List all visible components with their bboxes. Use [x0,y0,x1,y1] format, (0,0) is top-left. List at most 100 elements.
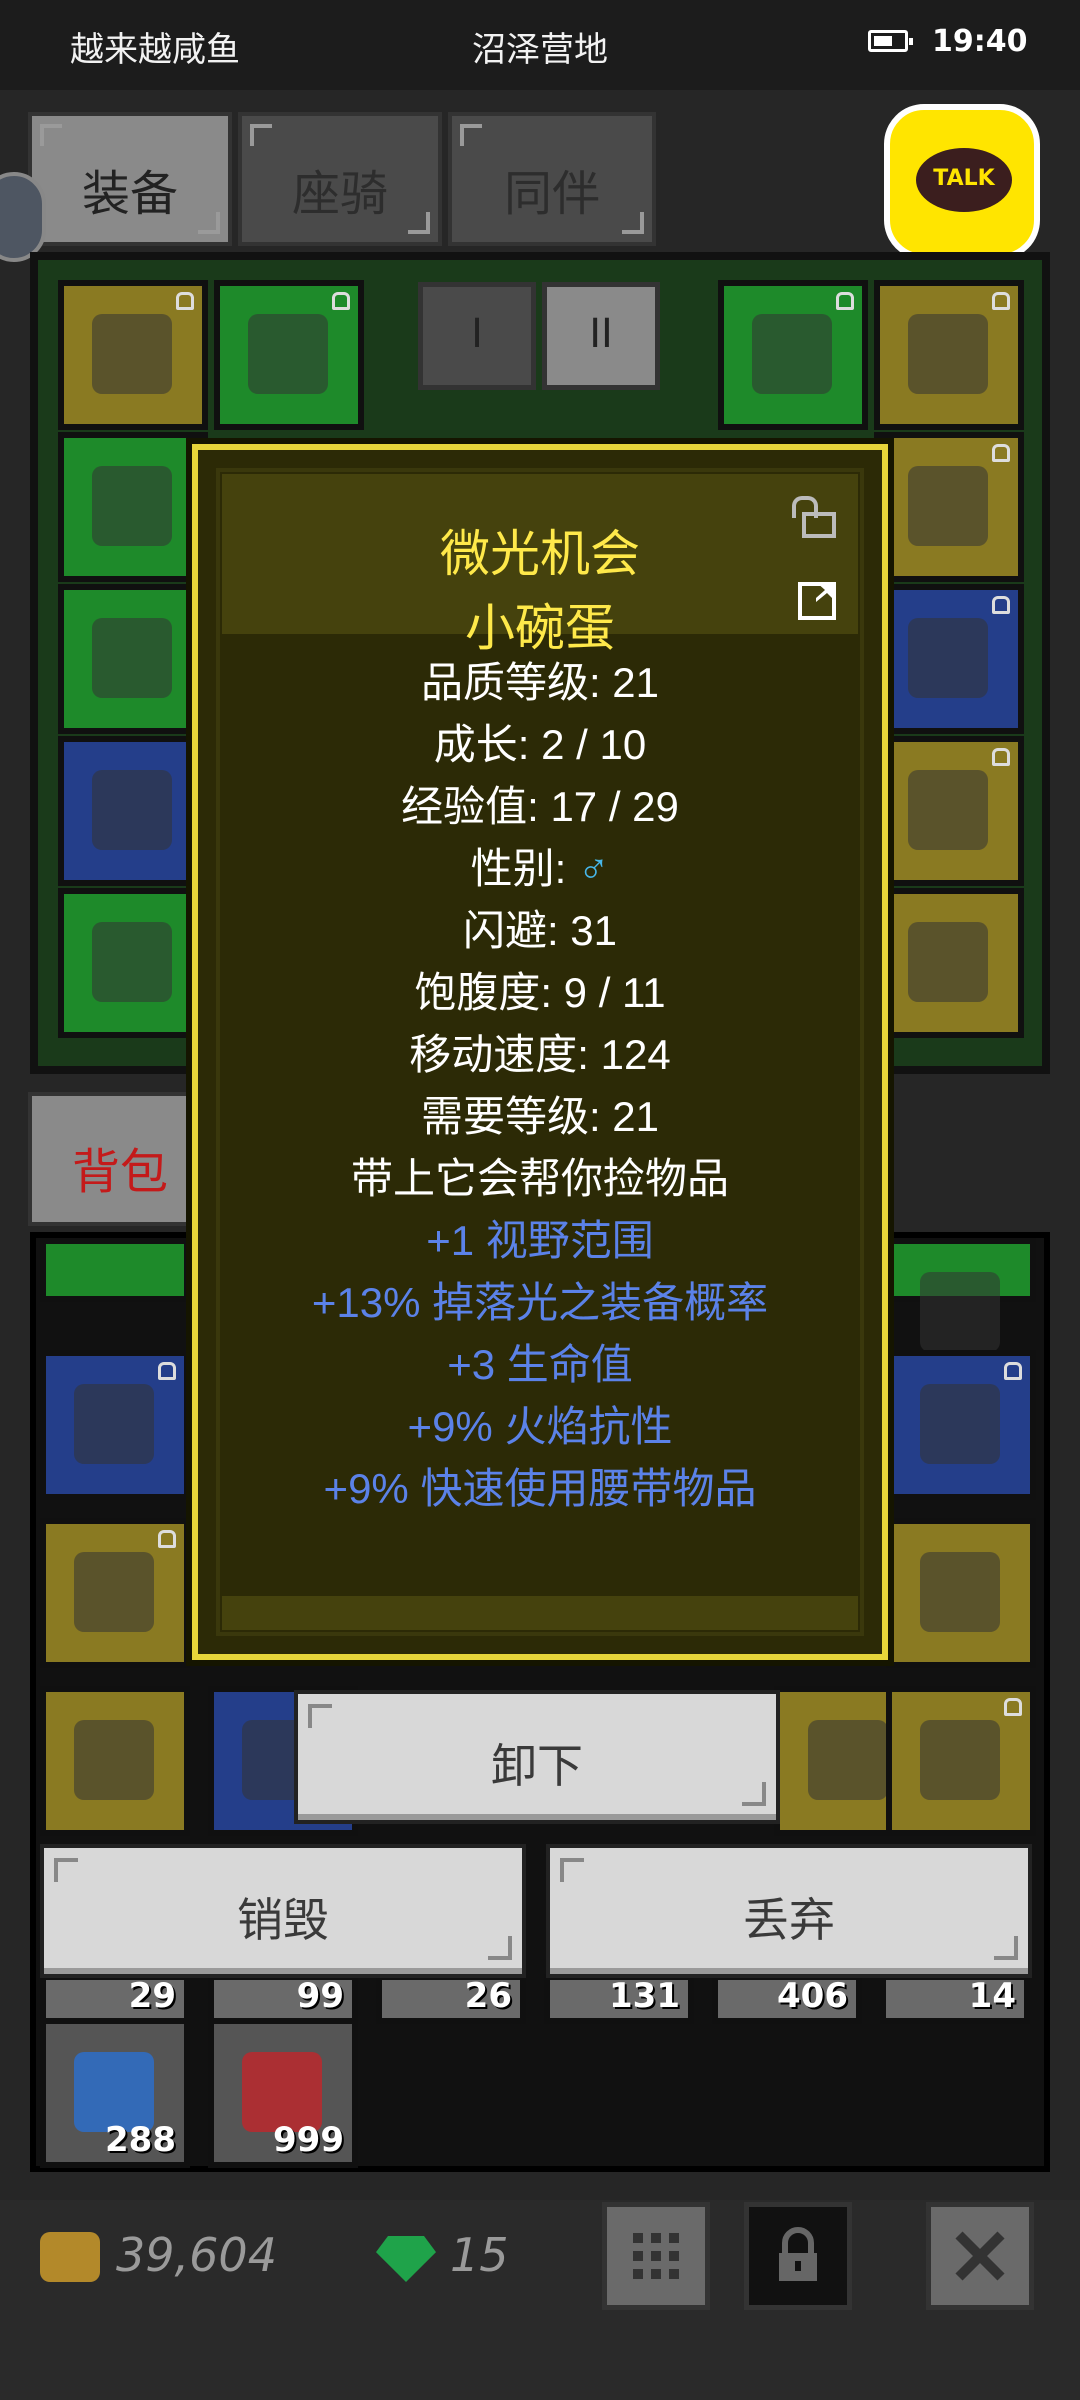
stat-required-level: 需要等级: 21 [420,1093,660,1140]
talk-label: TALK [933,166,995,191]
bag-item-red-feather[interactable]: 999 [208,2018,358,2168]
book-icon [908,770,988,850]
bag-item[interactable] [40,1686,190,1836]
item-count: 14 [968,1976,1016,2016]
ring-icon [908,618,988,698]
bag-item[interactable] [886,1518,1036,1668]
bag-item[interactable]: 99 [208,1974,358,2024]
belt-icon [92,922,172,1002]
equip-page-1-button[interactable]: I [418,282,536,390]
bag-item-blue-feather[interactable]: 288 [40,2018,190,2168]
pickaxe-icon [920,1720,1000,1800]
bag-item[interactable] [886,1350,1036,1500]
lock-icon [836,292,854,310]
stat-move-speed: 移动速度: 124 [409,1031,671,1078]
lock-icon [1004,1698,1022,1716]
equip-slot-ring-1[interactable] [874,432,1024,582]
unequip-button[interactable]: 卸下 [294,1690,780,1824]
destroy-label: 销毁 [237,1893,329,1947]
grid-icon[interactable] [602,2202,710,2310]
chat-bubble-icon: TALK [916,148,1012,212]
tab-equipment[interactable]: 装备 [28,112,232,246]
stat-dodge: 闪避: 31 [462,907,618,954]
lock-icon [1004,1362,1022,1380]
bonus-life: +3 生命值 [447,1341,633,1388]
share-icon[interactable] [798,582,836,620]
gold-amount: 39,604 [116,2228,277,2282]
destroy-button[interactable]: 销毁 [40,1844,526,1978]
equip-slot-armor[interactable] [58,432,208,582]
bag-item[interactable] [40,1518,190,1668]
shield-icon [752,314,832,394]
close-icon[interactable] [926,2202,1034,2310]
bag-item[interactable]: 14 [880,1974,1030,2024]
boots-icon [92,770,172,850]
amulet-icon [908,314,988,394]
equip-slot-pet[interactable] [874,888,1024,1038]
equip-slot-ring-2[interactable] [874,584,1024,734]
lock-icon[interactable] [744,2202,852,2310]
equip-slot-amulet[interactable] [874,280,1024,430]
stat-quality-level: 品质等级: 21 [420,659,660,706]
lock-icon [992,444,1010,462]
ring-icon [920,1384,1000,1464]
lock-icon [158,1530,176,1548]
equip-slot-gloves[interactable] [58,584,208,734]
tab-bag[interactable]: 背包 ( [28,1092,208,1226]
sword-icon [248,314,328,394]
amulet-icon [74,1552,154,1632]
tooltip-item-name: 小碗蛋 [465,599,615,657]
drop-label: 丢弃 [743,1893,835,1947]
status-location: 沼泽营地 [472,30,608,70]
lock-icon [158,1362,176,1380]
bag-item[interactable] [40,1350,190,1500]
bag-item[interactable]: 29 [40,1974,190,2024]
bag-item[interactable] [886,1238,1036,1352]
gloves-icon [92,618,172,698]
lock-glyph [779,2227,817,2281]
tab-companion[interactable]: 同伴 [448,112,656,246]
status-bar: 越来越咸鱼 沼泽营地 19:40 [0,0,1080,90]
item-count: 999 [273,2120,344,2160]
page-1-label: I [471,311,483,357]
bag-item[interactable]: 131 [544,1974,694,2024]
equip-slot-belt[interactable] [58,888,208,1038]
bag-item[interactable]: 406 [712,1974,862,2024]
male-icon: ♂ [577,845,610,892]
bonus-vision: +1 视野范围 [426,1217,654,1264]
equip-page-2-button[interactable]: II [542,282,660,390]
pet-icon [920,1552,1000,1632]
stat-gender: 性别: ♂ [198,838,882,900]
grid-glyph [633,2233,679,2279]
status-time: 19:40 [932,24,1028,59]
unlock-icon[interactable] [788,496,836,538]
bonus-fire-resist: +9% 火焰抗性 [407,1403,673,1450]
tab-mount[interactable]: 座骑 [238,112,442,246]
bag-item[interactable] [886,1686,1036,1836]
lock-icon [992,596,1010,614]
talk-button[interactable]: TALK [884,104,1040,260]
gender-label: 性别: [470,845,578,892]
bag-item[interactable]: 26 [376,1974,526,2024]
axe-icon [920,1272,1000,1352]
equip-slot-boots[interactable] [58,736,208,886]
item-tooltip: 微光机会 小碗蛋 品质等级: 21 成长: 2 / 10 经验值: 17 / 2… [192,444,888,1660]
item-count: 29 [128,1976,176,2016]
tab-bag-label: 背包 ( [72,1144,202,1200]
armor-icon [92,466,172,546]
lock-icon [992,292,1010,310]
lock-icon [992,748,1010,766]
drop-button[interactable]: 丢弃 [546,1844,1032,1978]
equip-slot-book[interactable] [874,736,1024,886]
item-count: 131 [609,1976,680,2016]
floating-assistant-icon[interactable] [0,172,46,262]
item-count: 288 [105,2120,176,2160]
item-count: 406 [777,1976,848,2016]
battery-icon [868,30,913,52]
bag-item[interactable] [40,1238,190,1302]
equip-slot-offhand[interactable] [718,280,868,430]
equip-slot-helmet[interactable] [58,280,208,430]
equip-slot-weapon[interactable] [214,280,364,430]
lock-icon [332,292,350,310]
item-count: 99 [296,1976,344,2016]
